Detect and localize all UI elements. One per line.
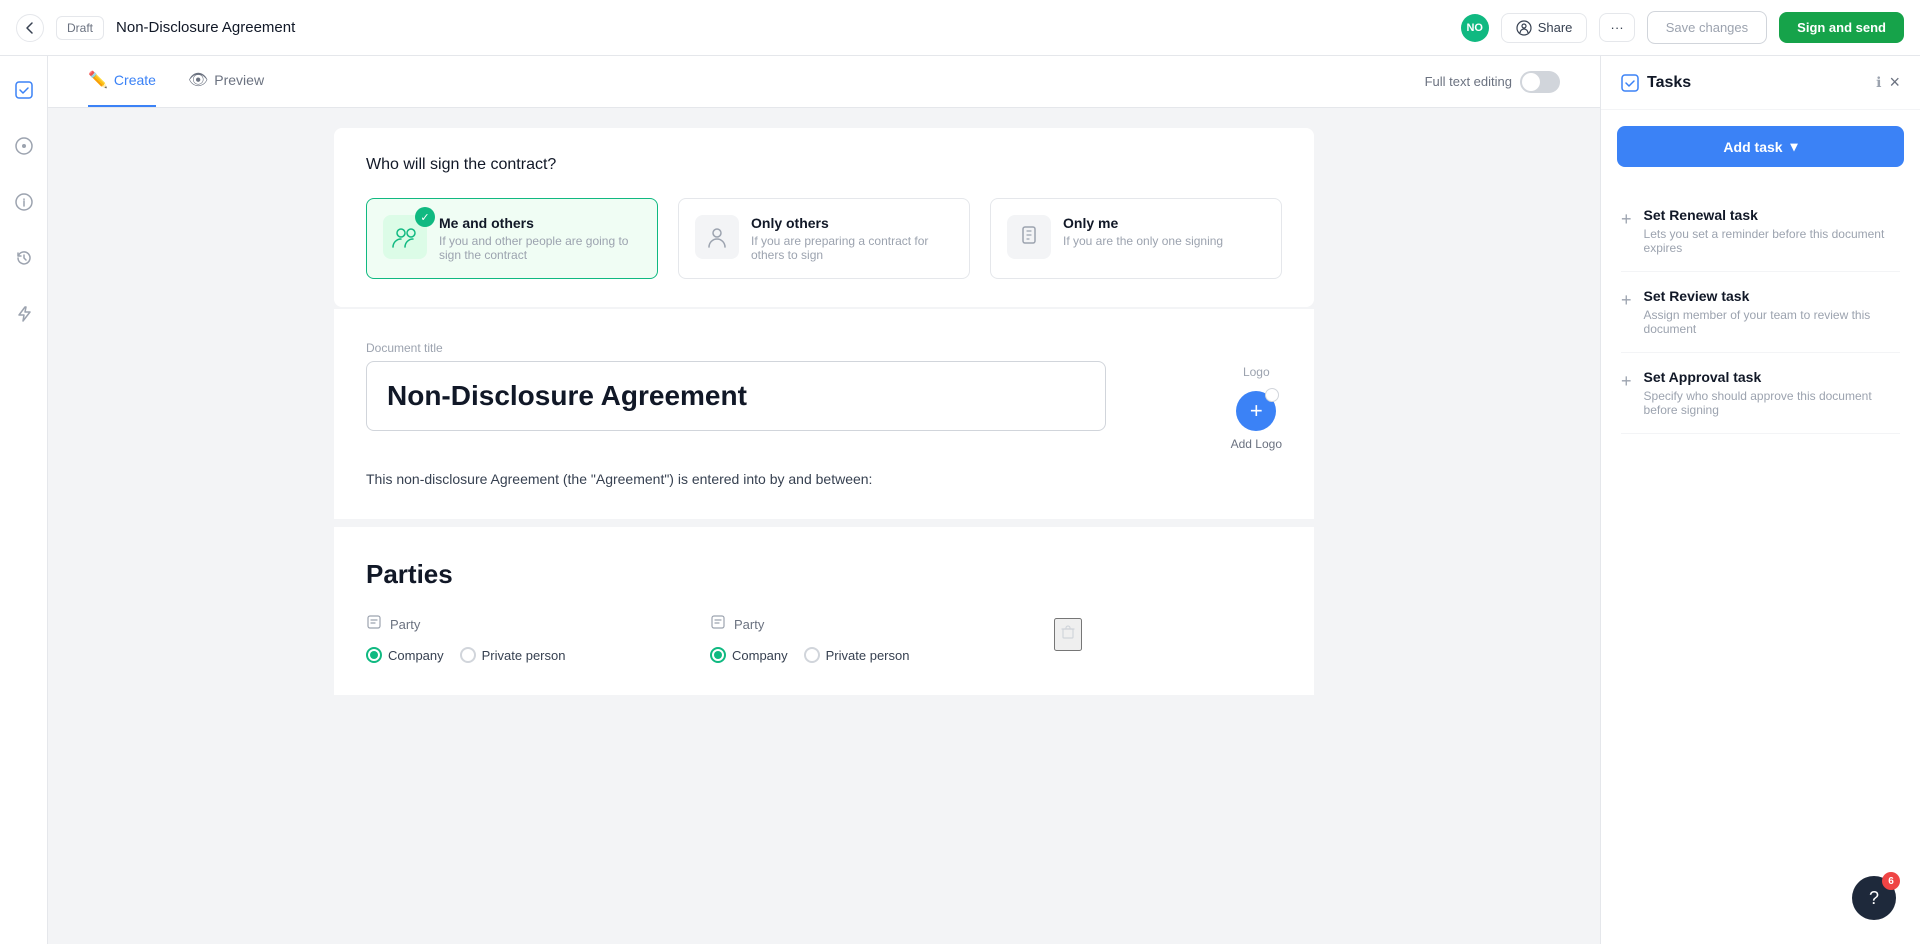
party-2-company-radio[interactable]: Company: [710, 647, 788, 663]
signing-option-only-me[interactable]: Only me If you are the only one signing: [990, 198, 1282, 279]
content-area: ✏️ Create 👁 Preview Full text editing Wh…: [48, 56, 1600, 944]
logo-placeholder-label: Logo: [1243, 365, 1270, 379]
add-task-chevron: ▾: [1791, 138, 1798, 155]
party-1: Party Company Private perso: [366, 614, 686, 663]
party-1-company-radio-dot: [370, 651, 378, 659]
help-icon: ?: [1869, 888, 1879, 909]
signing-option-only-others[interactable]: Only others If you are preparing a contr…: [678, 198, 970, 279]
document-title: Non-Disclosure Agreement: [116, 19, 1449, 36]
history-icon[interactable]: [6, 240, 42, 276]
lightning-icon[interactable]: [6, 296, 42, 332]
party-2-type-row: Company Private person: [710, 647, 1030, 663]
task-item-renewal: + Set Renewal task Lets you set a remind…: [1621, 191, 1900, 272]
party-1-company-radio[interactable]: Company: [366, 647, 444, 663]
party-delete-col: [1054, 614, 1082, 663]
tasks-panel-title: Tasks: [1647, 74, 1868, 92]
signing-icon-only-me: [1007, 215, 1051, 259]
party-2-label: Party: [710, 614, 1030, 635]
logo-area: Logo + Add Logo: [1231, 365, 1282, 451]
tab-bar: ✏️ Create 👁 Preview Full text editing: [48, 56, 1600, 108]
task-item-review: + Set Review task Assign member of your …: [1621, 272, 1900, 353]
party-2-private-radio-circle: [804, 647, 820, 663]
document-title-label: Document title: [366, 341, 1207, 355]
task-item-approval: + Set Approval task Specify who should a…: [1621, 353, 1900, 434]
party-1-private-radio[interactable]: Private person: [460, 647, 566, 663]
task-add-icon-review[interactable]: +: [1621, 290, 1632, 336]
tab-create[interactable]: ✏️ Create: [88, 56, 156, 107]
add-logo-badge: [1265, 388, 1279, 402]
full-text-toggle-area: Full text editing: [1425, 71, 1560, 93]
full-text-toggle-switch[interactable]: [1520, 71, 1560, 93]
party-delete-button[interactable]: [1054, 618, 1082, 651]
task-add-icon-renewal[interactable]: +: [1621, 209, 1632, 255]
signing-option-me-and-others-text: Me and others If you and other people ar…: [439, 215, 641, 262]
add-logo-label: Add Logo: [1231, 437, 1282, 451]
share-button[interactable]: Share: [1501, 13, 1588, 43]
document-title-area: Document title: [366, 341, 1207, 431]
task-content-renewal: Set Renewal task Lets you set a reminder…: [1644, 207, 1900, 255]
party-2-company-radio-circle: [710, 647, 726, 663]
add-logo-button[interactable]: + Add Logo: [1231, 391, 1282, 451]
signing-icon-only-others: [695, 215, 739, 259]
signing-option-me-and-others[interactable]: ✓ Me and others If you and other people …: [366, 198, 658, 279]
signing-section: Who will sign the contract? ✓ Me and oth…: [334, 128, 1314, 307]
pencil-icon: ✏️: [88, 70, 108, 90]
signing-options: ✓ Me and others If you and other people …: [366, 198, 1282, 279]
tab-preview[interactable]: 👁 Preview: [188, 56, 264, 107]
draft-badge[interactable]: Draft: [56, 16, 104, 40]
task-add-icon-approval[interactable]: +: [1621, 371, 1632, 417]
add-task-button[interactable]: Add task ▾: [1617, 126, 1904, 167]
document-title-input[interactable]: [366, 361, 1106, 431]
tasks-icon[interactable]: [6, 72, 42, 108]
parties-title: Parties: [366, 559, 1282, 590]
party-1-label: Party: [366, 614, 686, 635]
party-2-private-radio[interactable]: Private person: [804, 647, 910, 663]
signing-option-only-others-text: Only others If you are preparing a contr…: [751, 215, 953, 262]
signing-check-icon: ✓: [415, 207, 435, 227]
task-content-review: Set Review task Assign member of your te…: [1644, 288, 1900, 336]
task-list: + Set Renewal task Lets you set a remind…: [1601, 183, 1920, 442]
more-button[interactable]: ···: [1599, 13, 1634, 42]
activity-icon[interactable]: [6, 128, 42, 164]
eye-icon: 👁: [188, 70, 208, 90]
party-2: Party Company Private perso: [710, 614, 1030, 663]
no-badge: NO: [1461, 14, 1489, 42]
signing-option-only-me-text: Only me If you are the only one signing: [1063, 215, 1223, 248]
tasks-panel-icon: [1621, 74, 1639, 92]
sign-and-send-button[interactable]: Sign and send: [1779, 12, 1904, 43]
topbar: Draft Non-Disclosure Agreement NO Share …: [0, 0, 1920, 56]
tasks-panel-header: Tasks ℹ ×: [1601, 56, 1920, 110]
document-body-text: This non-disclosure Agreement (the "Agre…: [366, 471, 1282, 487]
signing-question: Who will sign the contract?: [366, 156, 1282, 174]
party-1-icon: [366, 614, 382, 635]
back-button[interactable]: [16, 14, 44, 42]
help-button[interactable]: 6 ?: [1852, 876, 1896, 920]
main-layout: ✏️ Create 👁 Preview Full text editing Wh…: [0, 56, 1920, 944]
icon-strip: [0, 56, 48, 944]
notification-count: 6: [1882, 872, 1900, 890]
party-2-icon: [710, 614, 726, 635]
party-1-company-radio-circle: [366, 647, 382, 663]
save-changes-button[interactable]: Save changes: [1647, 11, 1767, 44]
party-1-private-radio-circle: [460, 647, 476, 663]
party-1-type-row: Company Private person: [366, 647, 686, 663]
task-content-approval: Set Approval task Specify who should app…: [1644, 369, 1900, 417]
tasks-panel-close-button[interactable]: ×: [1889, 72, 1900, 93]
party-2-company-radio-dot: [714, 651, 722, 659]
tasks-panel: Tasks ℹ × Add task ▾ + Set Renewal task …: [1600, 56, 1920, 944]
toggle-knob: [1522, 73, 1540, 91]
page-content: Who will sign the contract? ✓ Me and oth…: [334, 108, 1314, 735]
parties-row: Party Company Private perso: [366, 614, 1282, 663]
info-icon[interactable]: [6, 184, 42, 220]
tasks-panel-info-icon[interactable]: ℹ: [1876, 74, 1881, 91]
document-section: Document title Logo + Add Logo: [334, 309, 1314, 519]
parties-section: Parties Party: [334, 527, 1314, 695]
